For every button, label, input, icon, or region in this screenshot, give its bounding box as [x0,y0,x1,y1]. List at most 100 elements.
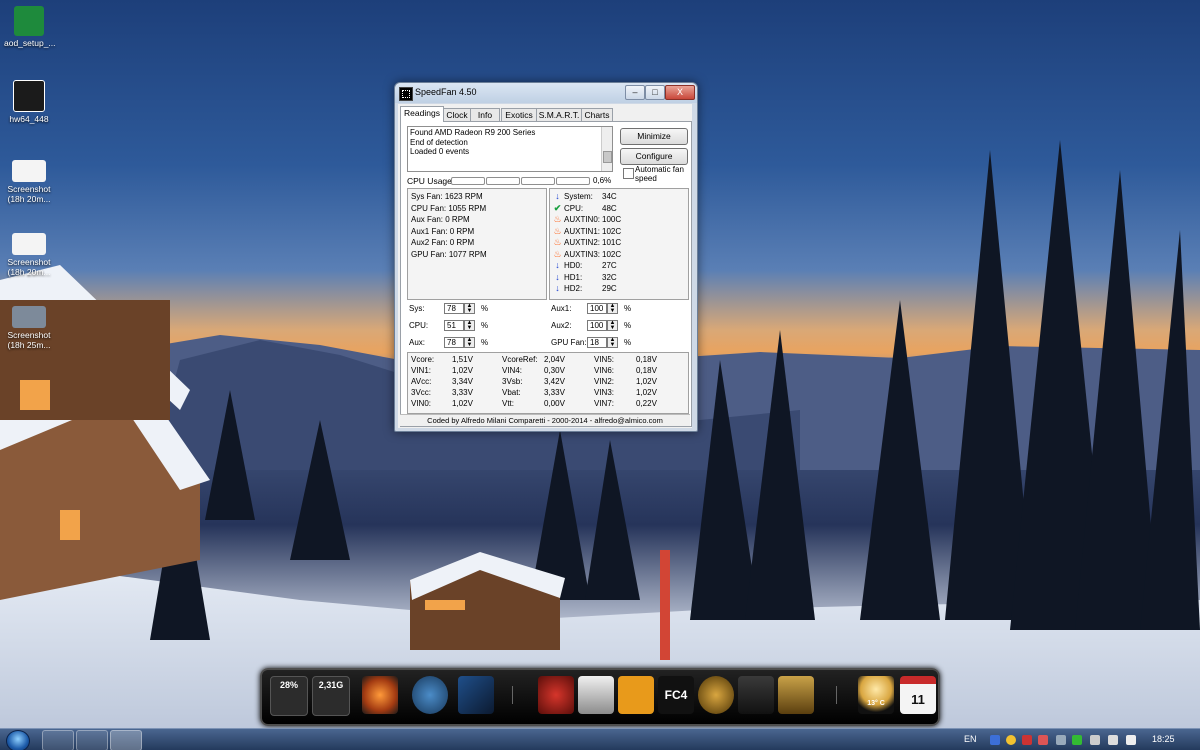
temp-name: AUXTIN2: [564,238,601,247]
tab-readings[interactable]: Readings [400,106,444,122]
spin-arrows-icon[interactable]: ▲ ▼ [607,320,618,331]
speed-label-cpu: CPU: [409,321,429,330]
game-icon[interactable] [362,676,398,714]
window-minimize-button[interactable]: – [625,85,645,100]
voltage-value: 0,18V [636,355,657,364]
weather-icon[interactable]: 13° C [858,676,894,714]
speed-input-cpu[interactable] [444,320,464,331]
speed-input-aux1[interactable] [587,303,607,314]
temp-value: 32C [602,272,617,282]
spin-arrows-icon[interactable]: ▲ ▼ [607,303,618,314]
firefox-icon[interactable] [76,730,108,750]
forza-icon[interactable] [578,676,614,714]
tray-app-icon[interactable] [1056,735,1066,745]
voltage-value: 1,02V [636,377,657,386]
fan-name: Aux1 Fan: [411,226,448,236]
speed-stepper-aux1[interactable]: ▲▼ [587,303,621,314]
temp-name: AUXTIN1: [564,226,601,236]
memory-meter-value: 2,31G [318,680,344,690]
readings-panel: Found AMD Radeon R9 200 Series End of de… [400,121,692,427]
window-maximize-button[interactable]: □ [645,85,665,100]
pes-icon[interactable] [738,676,774,714]
window-title: SpeedFan 4.50 [415,87,477,97]
voltage-name: VIN3: [594,388,615,397]
speed-unit: % [481,304,489,313]
metro-icon[interactable] [618,676,654,714]
language-indicator[interactable]: EN [964,734,977,744]
speed-input-aux2[interactable] [587,320,607,331]
log-scrollbar-thumb[interactable] [603,151,612,163]
tab-info[interactable]: Info [470,108,500,121]
spin-arrows-icon[interactable]: ▲ ▼ [464,320,475,331]
tab-smart[interactable]: S.M.A.R.T. [536,108,582,121]
flame-icon: ♨ [553,248,562,259]
fan-row: GPU Fan: 1077 RPM [411,250,487,259]
temp-name: CPU: [564,203,584,213]
action-center-icon[interactable] [1126,735,1136,745]
network-icon[interactable] [1090,735,1100,745]
start-button[interactable] [6,730,30,750]
voltage-name: VIN1: [411,366,432,375]
fan-value: 0 RPM [449,238,475,247]
automatic-fan-speed-checkbox[interactable] [623,168,634,179]
speed-input-gpu-fan[interactable] [587,337,607,348]
flag-icon[interactable] [990,735,1000,745]
battlenet-icon[interactable] [458,676,494,714]
speed-stepper-sys[interactable]: ▲▼ [444,303,478,314]
cpu-usage-bar [486,177,520,185]
explorer-icon[interactable] [42,730,74,750]
speed-stepper-gpu-fan[interactable]: ▲▼ [587,337,621,348]
speed-stepper-cpu[interactable]: ▲▼ [444,320,478,331]
tab-charts[interactable]: Charts [581,108,613,121]
speed-input-sys[interactable] [444,303,464,314]
down-arrow-icon: ↓ [555,191,560,201]
tray-app-icon[interactable] [1072,735,1082,745]
temp-value: 34C [602,192,617,201]
desktop-icon-screenshot-1[interactable]: Screenshot (18h 20m... [4,160,54,204]
temp-value: 100C [602,215,622,224]
speed-stepper-aux2[interactable]: ▲▼ [587,320,621,331]
calendar-icon[interactable]: 11 [900,676,936,714]
tab-clock[interactable]: Clock [443,108,471,121]
desktop-icon-hwinfo[interactable]: hw64_448 [4,80,54,124]
desktop-icon-aod-setup[interactable]: aod_setup_... [4,6,56,48]
spin-arrows-icon[interactable]: ▲ ▼ [464,337,475,348]
tray-app-icon[interactable] [1038,735,1048,745]
cpu-meter-icon[interactable]: 28% [270,676,308,716]
temp-value: 102C [602,249,622,259]
tray-app-icon[interactable] [1006,735,1016,745]
tray-app-icon[interactable] [1022,735,1032,745]
spin-arrows-icon[interactable]: ▲ ▼ [607,337,618,348]
minimize-button[interactable]: Minimize [620,128,688,145]
tab-exotics[interactable]: Exotics [501,108,537,121]
desktop: aod_setup_... hw64_448 Screenshot (18h 2… [0,0,1200,750]
volume-icon[interactable] [1108,735,1118,745]
steam-icon[interactable] [412,676,448,714]
cpu-usage-value: 0,6% [593,176,612,185]
company-of-heroes-icon[interactable] [538,676,574,714]
league-of-legends-icon[interactable] [778,676,814,714]
speedfan-icon[interactable] [110,730,142,750]
speed-input-aux[interactable] [444,337,464,348]
configure-button[interactable]: Configure [620,148,688,165]
desktop-icon-screenshot-3[interactable]: Screenshot (18h 25m... [4,306,54,350]
log-line: End of detection [410,137,468,147]
spin-arrows-icon[interactable]: ▲ ▼ [464,303,475,314]
speed-stepper-aux[interactable]: ▲▼ [444,337,478,348]
clock[interactable]: 18:25 [1152,734,1175,744]
window-close-button[interactable]: X [665,85,695,100]
taskbar: EN 18:25 [0,728,1200,750]
speed-label-sys: Sys: [409,304,425,313]
event-log[interactable]: Found AMD Radeon R9 200 Series End of de… [407,126,613,172]
voltages-box: Vcore: 1,51V VIN1: 1,02V AVcc: 3,34V 3Vc… [407,352,689,414]
temp-name: HD0: [564,261,583,270]
temp-name: HD2: [564,284,583,293]
desktop-icon-screenshot-2[interactable]: Screenshot (18h 20m... [4,233,54,277]
far-cry-4-icon[interactable]: FC4 [658,676,694,714]
world-of-warcraft-icon[interactable] [698,676,734,714]
memory-meter-icon[interactable]: 2,31G [312,676,350,716]
dock-bar: 28% 2,31G FC4 13° C 11 [260,668,940,726]
window-titlebar[interactable]: SpeedFan 4.50 – □ X [395,83,697,103]
voltage-name: Vbat: [502,388,521,397]
log-scrollbar[interactable] [601,127,612,171]
